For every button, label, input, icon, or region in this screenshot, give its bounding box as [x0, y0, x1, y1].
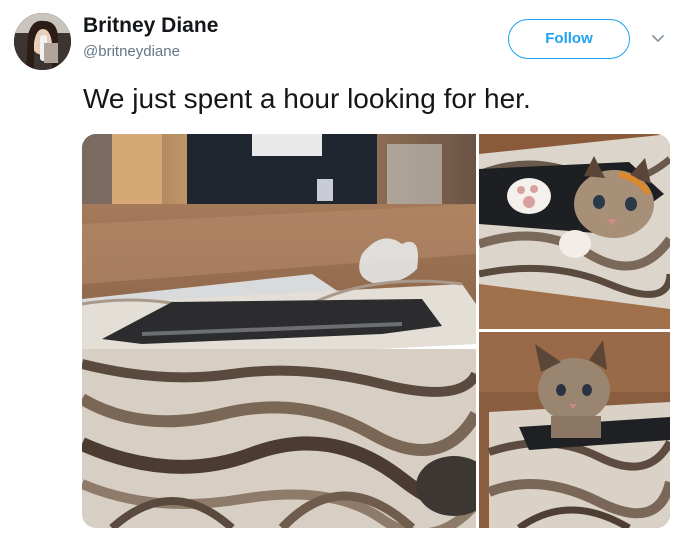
photo-tissue-box[interactable]: [82, 134, 476, 528]
avatar[interactable]: [14, 13, 71, 70]
user-handle[interactable]: @britneydiane: [83, 43, 180, 60]
display-name[interactable]: Britney Diane: [83, 14, 218, 38]
chevron-down-icon[interactable]: [650, 31, 666, 47]
media-grid: [82, 134, 670, 528]
tweet-text: We just spent a hour looking for her.: [83, 83, 531, 114]
avatar-image: [14, 13, 71, 70]
photo-kitten-paws[interactable]: [479, 134, 670, 329]
photo-kitten-peeking[interactable]: [479, 332, 670, 528]
follow-button[interactable]: Follow: [508, 19, 630, 59]
tweet-card: Britney Diane @britneydiane Follow We ju…: [0, 0, 700, 542]
